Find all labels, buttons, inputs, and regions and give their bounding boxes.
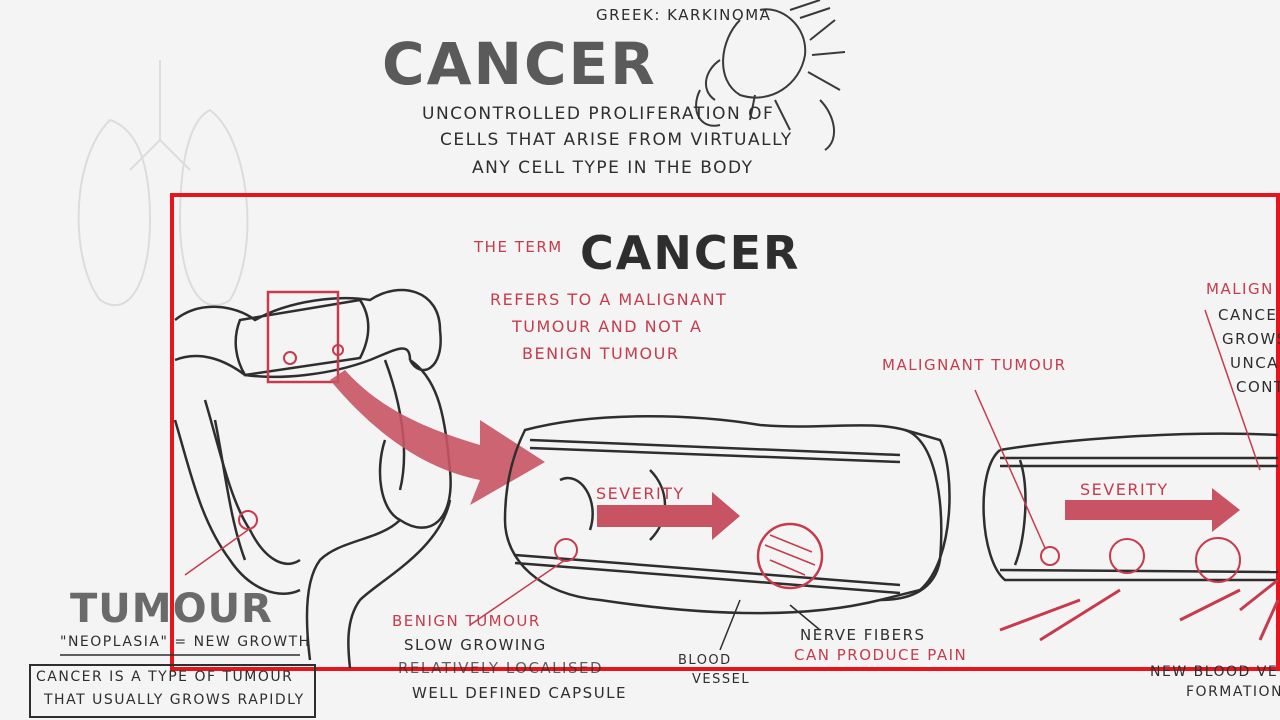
new-blood-label: NEW BLOOD VE bbox=[1150, 664, 1279, 680]
benign-desc-line-2: RELATIVELY LOCALISED bbox=[398, 659, 604, 677]
definition-line-3: ANY CELL TYPE IN THE BODY bbox=[472, 158, 754, 178]
tumour-heading: TUMOUR bbox=[70, 586, 273, 632]
nerve-pain-label: CAN PRODUCE PAIN bbox=[794, 646, 968, 664]
benign-desc-line-1: SLOW GROWING bbox=[404, 636, 547, 654]
malignant-side-line-2: GROWS bbox=[1222, 330, 1280, 348]
malignant-side-line-3: UNCAP bbox=[1230, 354, 1280, 372]
malignant-tumour-label: MALIGNANT TUMOUR bbox=[882, 356, 1067, 374]
neoplasia-label: "NEOPLASIA" = NEW GROWTH bbox=[60, 634, 311, 650]
refers-line-2: TUMOUR AND NOT A bbox=[512, 317, 703, 336]
malignant-side-line-4: CONT bbox=[1236, 378, 1280, 396]
malignant-partial-label: MALIGN bbox=[1206, 280, 1274, 298]
nerve-fibers-label: NERVE FIBERS bbox=[800, 626, 926, 644]
tumour-note-line-2: THAT USUALLY GROWS RAPIDLY bbox=[44, 692, 305, 708]
refers-line-1: REFERS TO A MALIGNANT bbox=[490, 290, 728, 309]
definition-line-1: UNCONTROLLED PROLIFERATION OF bbox=[422, 104, 775, 124]
formation-label: FORMATION bbox=[1186, 684, 1280, 700]
benign-desc-line-3: WELL DEFINED CAPSULE bbox=[412, 684, 628, 702]
blood-label: BLOOD bbox=[678, 653, 732, 668]
greek-origin-label: GREEK: KARKINOMA bbox=[596, 6, 772, 24]
whiteboard-canvas: GREEK: KARKINOMA CANCER UNCONTROLLED PRO… bbox=[0, 0, 1280, 720]
benign-tumour-label: BENIGN TUMOUR bbox=[392, 612, 541, 630]
zoom-arrow bbox=[330, 370, 545, 505]
severity-label-1: SEVERITY bbox=[596, 484, 685, 503]
tumour-note-line-1: CANCER IS A TYPE OF TUMOUR bbox=[36, 669, 294, 685]
refers-line-3: BENIGN TUMOUR bbox=[522, 344, 680, 363]
cancer-term-heading: CANCER bbox=[580, 226, 801, 280]
severity-label-2: SEVERITY bbox=[1080, 480, 1169, 499]
vessel-label: VESSEL bbox=[692, 672, 751, 687]
faint-lungs-sketch bbox=[77, 60, 249, 307]
malignant-side-line-1: CANCE bbox=[1218, 306, 1278, 324]
the-term-label: THE TERM bbox=[474, 238, 563, 256]
definition-line-2: CELLS THAT ARISE FROM VIRTUALLY bbox=[440, 130, 793, 150]
page-title: CANCER bbox=[382, 30, 657, 98]
